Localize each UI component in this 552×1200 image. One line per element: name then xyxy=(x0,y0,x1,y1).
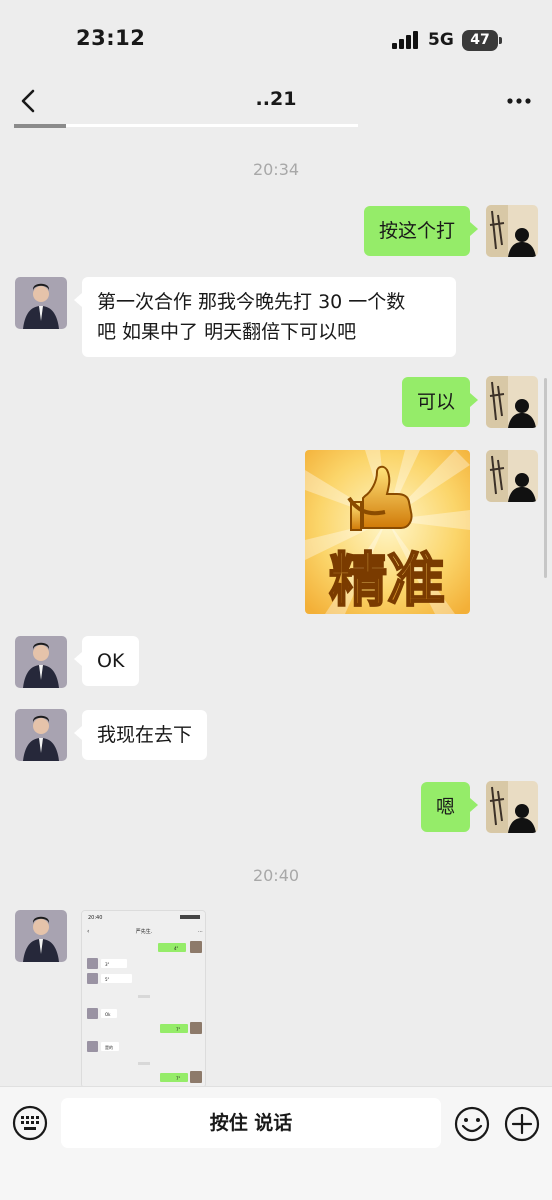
status-bar: 23:12 5G 47 xyxy=(0,0,552,78)
more-button[interactable] xyxy=(504,86,534,116)
received-image-message[interactable]: 20:40 ‹ 严先生. ··· 4" 3" 5" Ok 7" 是的 7" xyxy=(81,910,206,1086)
received-message-bubble[interactable]: 第一次合作 那我今晚先打 30 一个数 吧 如果中了 明天翻倍下可以吧 xyxy=(74,277,456,357)
keyboard-icon xyxy=(12,1105,48,1141)
svg-text:3": 3" xyxy=(105,962,110,967)
more-icon xyxy=(507,98,531,104)
chat-title: ..21 xyxy=(255,88,297,110)
keyboard-toggle-button[interactable] xyxy=(12,1105,48,1141)
previous-avatar-edge xyxy=(14,124,66,128)
contact-avatar[interactable] xyxy=(15,636,67,688)
message-timestamp: 20:40 xyxy=(252,866,300,885)
svg-text:是的: 是的 xyxy=(105,1044,113,1050)
contact-avatar[interactable] xyxy=(15,910,67,962)
plus-icon xyxy=(504,1106,540,1142)
scrollbar[interactable] xyxy=(544,378,547,578)
sent-message-bubble[interactable]: 嗯 xyxy=(420,782,479,832)
chat-header: ..21 xyxy=(0,78,552,124)
svg-text:5": 5" xyxy=(105,977,110,982)
contact-avatar[interactable] xyxy=(15,709,67,761)
cellular-signal-icon xyxy=(392,31,420,49)
battery-tip xyxy=(499,37,502,44)
contact-avatar[interactable] xyxy=(15,277,67,329)
my-avatar[interactable] xyxy=(486,205,538,257)
shot-title: 严先生. xyxy=(136,928,153,935)
thumbs-up-sticker[interactable]: 精准 xyxy=(305,450,470,614)
shot-back-icon: ‹ xyxy=(87,928,89,935)
svg-text:Ok: Ok xyxy=(105,1012,111,1017)
my-avatar[interactable] xyxy=(486,376,538,428)
message-timestamp: 20:34 xyxy=(252,160,300,179)
more-actions-button[interactable] xyxy=(503,1105,541,1143)
my-avatar[interactable] xyxy=(486,781,538,833)
sent-message-bubble[interactable]: 可以 xyxy=(401,377,479,427)
emoji-button[interactable] xyxy=(453,1105,491,1143)
shot-status-icons xyxy=(180,915,200,919)
chat-message-list[interactable]: 20:34 按这个打 第一次合作 那我今晚先打 30 一个数 吧 如果中了 明天… xyxy=(0,124,552,1086)
svg-text:7": 7" xyxy=(176,1076,181,1081)
received-message-bubble[interactable]: OK xyxy=(73,636,140,686)
sent-message-bubble[interactable]: 按这个打 xyxy=(363,206,479,256)
input-bar: 按住 说话 xyxy=(0,1086,552,1200)
hold-to-talk-button[interactable]: 按住 说话 xyxy=(61,1098,441,1148)
received-message-bubble[interactable]: 我现在去下 xyxy=(73,710,208,760)
shot-time: 20:40 xyxy=(88,915,102,921)
network-type: 5G xyxy=(428,30,454,50)
sticker-text: 精准 xyxy=(329,546,445,614)
svg-text:7": 7" xyxy=(176,1027,181,1032)
battery-icon: 47 xyxy=(462,30,498,51)
smiley-icon xyxy=(454,1106,490,1142)
status-time: 23:12 xyxy=(76,26,146,50)
shot-more-icon: ··· xyxy=(198,929,203,935)
svg-text:4": 4" xyxy=(174,946,179,951)
my-avatar[interactable] xyxy=(486,450,538,502)
